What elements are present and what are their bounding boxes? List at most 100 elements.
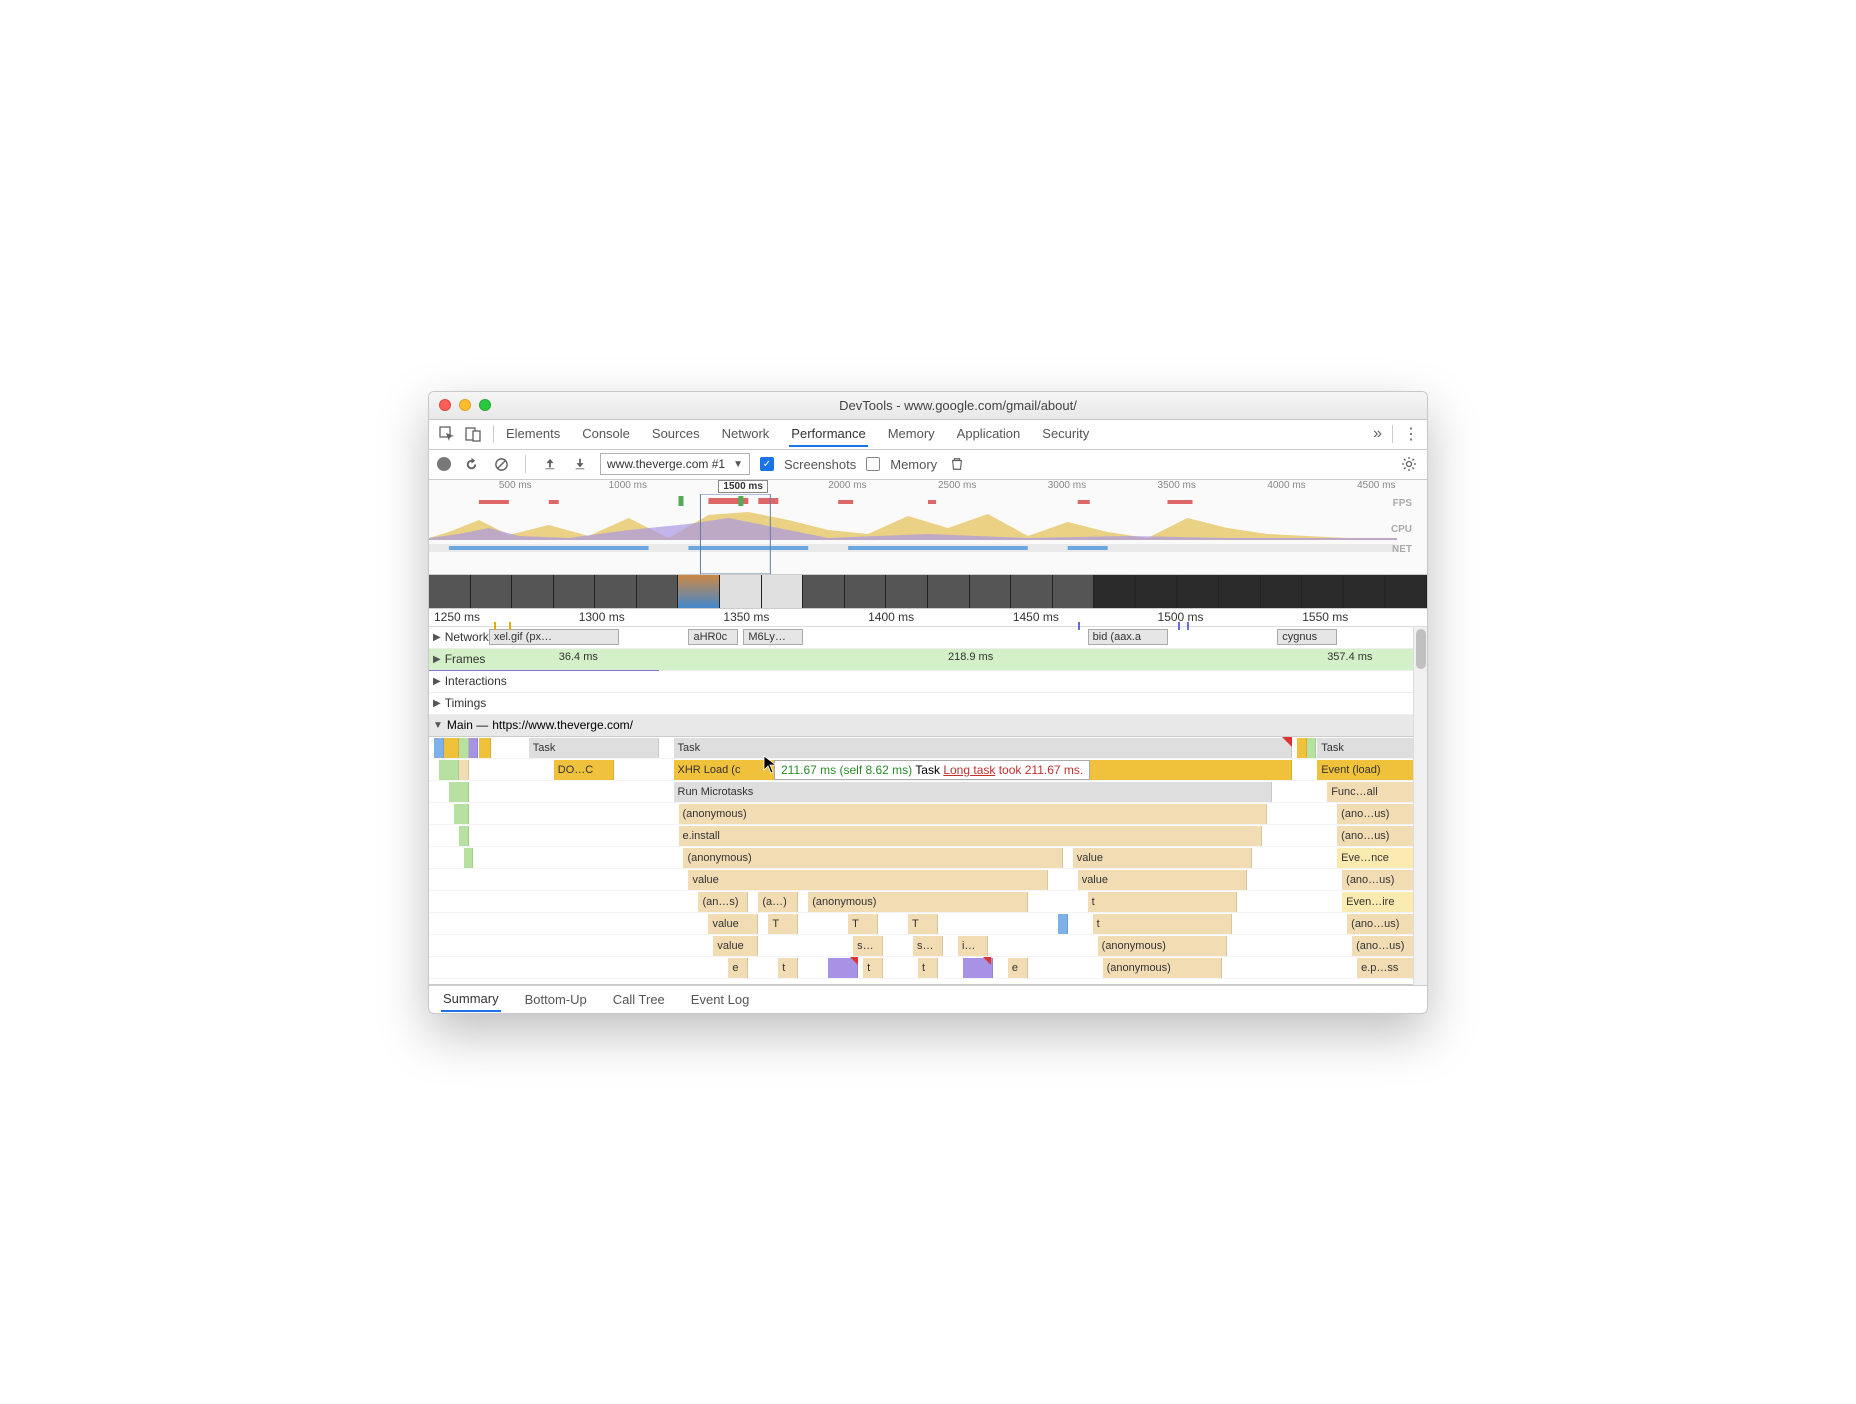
screenshot-thumb[interactable] <box>471 575 513 608</box>
screenshot-thumb[interactable] <box>1053 575 1095 608</box>
long-task-link[interactable]: Long task <box>943 763 995 777</box>
screenshot-thumb[interactable] <box>512 575 554 608</box>
flame-block[interactable]: T <box>768 914 798 934</box>
screenshots-strip[interactable] <box>429 575 1427 609</box>
tab-network[interactable]: Network <box>720 422 772 447</box>
flame-block[interactable]: Event (load) <box>1317 760 1417 780</box>
network-track[interactable]: ▶Network xel.gif (px… aHR0c M6Ly… bid (a… <box>429 627 1427 649</box>
flame-block[interactable]: (anonymous) <box>679 804 1268 824</box>
flame-block[interactable]: t <box>1088 892 1238 912</box>
flame-block[interactable]: (anonymous) <box>808 892 1028 912</box>
network-request[interactable]: M6Ly… <box>743 629 803 645</box>
screenshot-thumb[interactable] <box>1177 575 1219 608</box>
timeline-ruler[interactable]: 1250 ms 1300 ms 1350 ms 1400 ms 1450 ms … <box>429 609 1427 627</box>
trash-icon[interactable] <box>947 454 967 474</box>
timings-track[interactable]: ▶Timings <box>429 693 1427 715</box>
flame-block[interactable]: t <box>863 958 883 978</box>
inspect-icon[interactable] <box>437 424 457 444</box>
flame-block[interactable]: (ano…us) <box>1337 826 1417 846</box>
flame-block[interactable]: e.p…ss <box>1357 958 1417 978</box>
flame-block[interactable]: T <box>848 914 878 934</box>
network-request[interactable]: aHR0c <box>688 629 738 645</box>
flame-block[interactable]: value <box>1073 848 1253 868</box>
tab-console[interactable]: Console <box>580 422 632 447</box>
tab-call-tree[interactable]: Call Tree <box>611 988 667 1011</box>
download-icon[interactable] <box>570 454 590 474</box>
vertical-scrollbar[interactable] <box>1413 627 1427 985</box>
screenshot-thumb[interactable] <box>637 575 679 608</box>
scroll-thumb[interactable] <box>1416 629 1426 669</box>
tab-event-log[interactable]: Event Log <box>689 988 752 1011</box>
screenshots-checkbox[interactable]: ✓ <box>760 457 774 471</box>
flame-chart[interactable]: Task Task Task DO…C XHR Load (c Event (l… <box>429 737 1427 985</box>
tab-memory[interactable]: Memory <box>886 422 937 447</box>
screenshot-thumb[interactable] <box>845 575 887 608</box>
flame-block[interactable]: (anonymous) <box>1103 958 1223 978</box>
flame-block[interactable]: Even…ire <box>1342 892 1417 912</box>
close-window-button[interactable] <box>439 399 451 411</box>
flame-block[interactable]: (anonymous) <box>1098 936 1228 956</box>
flame-block[interactable]: (anonymous) <box>683 848 1062 868</box>
flame-block[interactable]: Func…all <box>1327 782 1417 802</box>
flame-block[interactable]: value <box>688 870 1047 890</box>
kebab-menu-icon[interactable]: ⋮ <box>1403 424 1419 444</box>
flame-block[interactable]: (ano…us) <box>1337 804 1417 824</box>
screenshot-thumb[interactable] <box>678 575 720 608</box>
caret-right-icon[interactable]: ▶ <box>433 632 441 643</box>
screenshot-thumb[interactable] <box>1302 575 1344 608</box>
screenshot-thumb[interactable] <box>803 575 845 608</box>
minimize-window-button[interactable] <box>459 399 471 411</box>
screenshot-thumb[interactable] <box>554 575 596 608</box>
caret-right-icon[interactable]: ▶ <box>433 654 441 665</box>
memory-checkbox[interactable] <box>866 457 880 471</box>
flame-task[interactable]: Task <box>1317 738 1417 758</box>
flame-block[interactable]: e <box>1008 958 1028 978</box>
network-request[interactable]: bid (aax.a <box>1088 629 1168 645</box>
tab-bottom-up[interactable]: Bottom-Up <box>523 988 589 1011</box>
tab-summary[interactable]: Summary <box>441 987 501 1012</box>
screenshot-thumb[interactable] <box>1094 575 1136 608</box>
flame-block[interactable]: DO…C <box>554 760 614 780</box>
overview-panel[interactable]: 500 ms 1000 ms 1500 ms 2000 ms 2500 ms 3… <box>429 480 1427 575</box>
flame-block[interactable]: t <box>1093 914 1233 934</box>
clear-button[interactable] <box>491 454 511 474</box>
flame-task[interactable]: Task <box>529 738 659 758</box>
screenshot-thumb[interactable] <box>595 575 637 608</box>
flame-block[interactable]: (ano…us) <box>1347 914 1417 934</box>
flame-block[interactable]: (ano…us) <box>1342 870 1417 890</box>
screenshot-thumb[interactable] <box>720 575 762 608</box>
tab-application[interactable]: Application <box>955 422 1023 447</box>
record-button[interactable] <box>437 457 451 471</box>
flame-block[interactable]: value <box>1078 870 1248 890</box>
tab-elements[interactable]: Elements <box>504 422 562 447</box>
tab-performance[interactable]: Performance <box>789 422 867 447</box>
flame-block[interactable]: Run Microtasks <box>674 782 1273 802</box>
screenshot-thumb[interactable] <box>1136 575 1178 608</box>
caret-down-icon[interactable]: ▼ <box>433 720 443 731</box>
caret-right-icon[interactable]: ▶ <box>433 676 441 687</box>
tab-sources[interactable]: Sources <box>650 422 702 447</box>
screenshot-thumb[interactable] <box>762 575 804 608</box>
screenshot-thumb[interactable] <box>429 575 471 608</box>
flame-block[interactable]: e <box>728 958 748 978</box>
main-track-header[interactable]: ▼ Main — https://www.theverge.com/ <box>429 715 1427 737</box>
screenshot-thumb[interactable] <box>1011 575 1053 608</box>
screenshot-thumb[interactable] <box>886 575 928 608</box>
flame-block[interactable]: (a…) <box>758 892 798 912</box>
flame-block[interactable]: (ano…us) <box>1352 936 1417 956</box>
frames-track[interactable]: ▶Frames 36.4 ms 218.9 ms 357.4 ms <box>429 649 1427 671</box>
interactions-track[interactable]: ▶Interactions <box>429 671 1427 693</box>
flame-block[interactable]: s… <box>913 936 943 956</box>
screenshot-thumb[interactable] <box>1219 575 1261 608</box>
device-toolbar-icon[interactable] <box>463 424 483 444</box>
flame-block[interactable]: i… <box>958 936 988 956</box>
flame-block[interactable]: s… <box>853 936 883 956</box>
tab-security[interactable]: Security <box>1040 422 1091 447</box>
flame-block[interactable]: (an…s) <box>698 892 748 912</box>
flame-block[interactable]: t <box>778 958 798 978</box>
screenshot-thumb[interactable] <box>970 575 1012 608</box>
flame-block[interactable]: T <box>908 914 938 934</box>
recording-select[interactable]: www.theverge.com #1 ▼ <box>600 453 750 475</box>
screenshot-thumb[interactable] <box>1261 575 1303 608</box>
flame-block[interactable]: value <box>708 914 758 934</box>
